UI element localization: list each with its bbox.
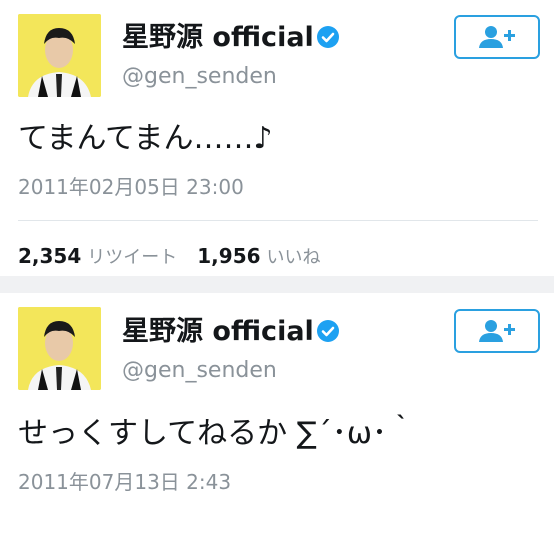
user-handle[interactable]: @gen_senden (122, 66, 277, 88)
follow-button[interactable] (454, 309, 540, 353)
avatar-portrait-image (18, 307, 101, 390)
retweet-label[interactable]: リツイート (87, 247, 177, 268)
tweet-text: せっくすしてねるか ∑´･ω･｀ (18, 416, 417, 451)
retweet-count[interactable]: 2,354 (18, 244, 81, 268)
tweet-stats: 2,354 リツイート 1,956 いいね (18, 246, 341, 267)
follow-user-plus-icon (479, 26, 515, 48)
tweet-text: てまんてまん……♪ (18, 121, 273, 156)
tweet-separator (0, 276, 554, 293)
display-name[interactable]: 星野源 official (122, 318, 314, 345)
verified-badge-icon (317, 26, 339, 48)
tweet-card[interactable]: 星野源 official @gen_senden てまんてまん……♪ 2011年… (0, 0, 554, 276)
avatar[interactable] (18, 307, 101, 390)
like-label[interactable]: いいね (267, 247, 321, 268)
tweet-timestamp[interactable]: 2011年07月13日 2:43 (18, 472, 231, 492)
tweet-card[interactable]: 星野源 official @gen_senden せっくすしてねるか ∑´･ω･… (0, 293, 554, 554)
tweet-timestamp[interactable]: 2011年02月05日 23:00 (18, 177, 244, 197)
user-handle[interactable]: @gen_senden (122, 360, 277, 382)
verified-badge-icon (317, 320, 339, 342)
follow-button[interactable] (454, 15, 540, 59)
avatar[interactable] (18, 14, 101, 97)
avatar-portrait-image (18, 14, 101, 97)
follow-user-plus-icon (479, 320, 515, 342)
like-count[interactable]: 1,956 (197, 244, 260, 268)
display-name[interactable]: 星野源 official (122, 24, 314, 51)
divider (18, 220, 538, 221)
